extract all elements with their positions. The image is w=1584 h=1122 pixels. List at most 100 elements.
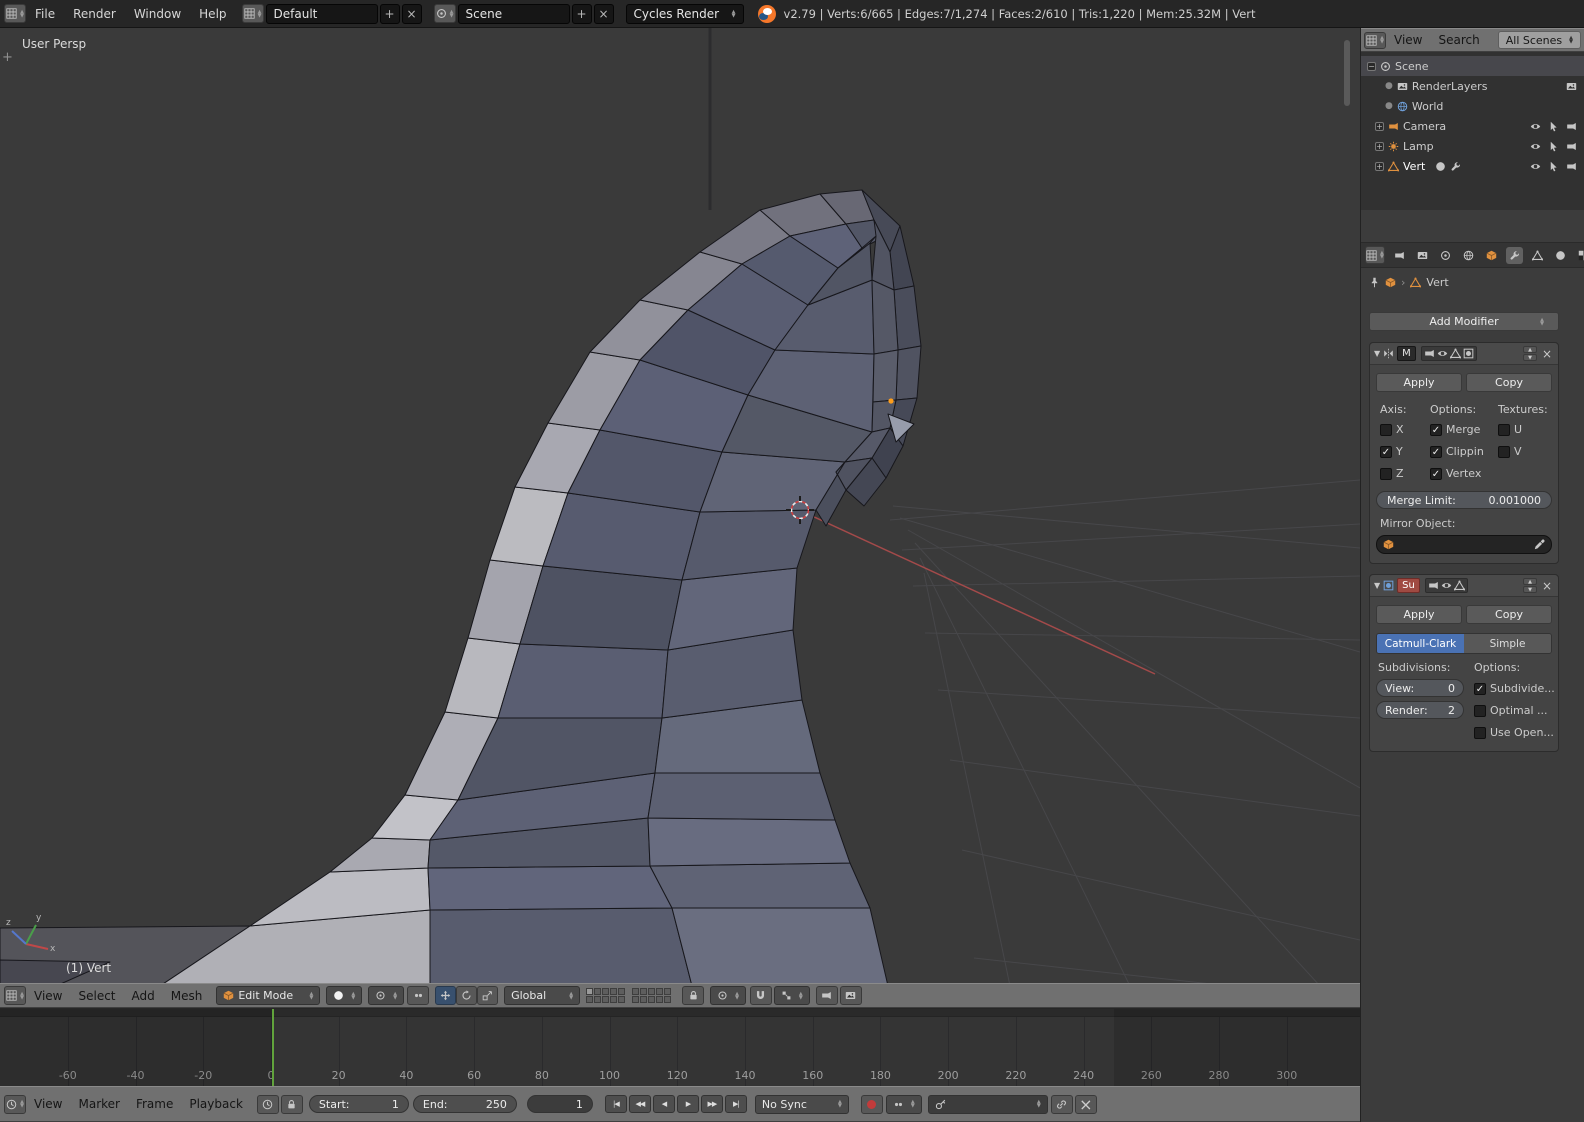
layer-toggle[interactable]: [586, 995, 594, 1003]
manipulator-translate-button[interactable]: [435, 986, 457, 1005]
tab-object-data[interactable]: [1529, 247, 1546, 264]
expand-icon[interactable]: +: [1375, 161, 1384, 171]
snap-element-dropdown[interactable]: ▲ ▼: [773, 986, 810, 1005]
play-button[interactable]: ▶: [676, 1095, 699, 1113]
menu-view-timeline[interactable]: View: [26, 1097, 70, 1111]
move-down-button[interactable]: ▼: [1523, 354, 1537, 361]
delete-keyframe-button[interactable]: ×: [1074, 1094, 1097, 1114]
jump-next-keyframe-button[interactable]: ▶▶: [700, 1095, 723, 1113]
snap-magnet-toggle[interactable]: [749, 986, 772, 1005]
menu-file[interactable]: File: [26, 7, 64, 21]
merge-limit-slider[interactable]: Merge Limit: 0.001000: [1376, 491, 1552, 509]
layer-toggle[interactable]: [586, 987, 594, 995]
layer-toggle[interactable]: [648, 987, 656, 995]
render-toggle-icon[interactable]: [1424, 348, 1435, 359]
subsurf-modifier-name-field[interactable]: Su: [1397, 578, 1420, 593]
tab-render-layers[interactable]: [1414, 247, 1431, 264]
layer-toggle[interactable]: [602, 987, 610, 995]
renderability-camera-icon[interactable]: [1566, 141, 1577, 152]
renderability-camera-icon[interactable]: [1566, 121, 1577, 132]
mirror-modifier-name-field[interactable]: M: [1397, 346, 1416, 361]
outliner-row-world[interactable]: ● World: [1361, 96, 1584, 116]
collapse-arrow-icon[interactable]: ▼: [1374, 349, 1380, 358]
merge-checkbox[interactable]: Merge: [1430, 423, 1480, 436]
collapse-arrow-icon[interactable]: ▼: [1374, 581, 1380, 590]
optimal-display-checkbox[interactable]: Optimal ...: [1474, 704, 1548, 717]
current-frame-field[interactable]: 1: [526, 1095, 593, 1113]
outliner-row-renderlayers[interactable]: ● RenderLayers: [1361, 76, 1584, 96]
render-toggle-icon[interactable]: [1428, 580, 1439, 591]
layer-toggle[interactable]: [664, 987, 672, 995]
pivot-align-toggle[interactable]: [407, 986, 430, 1005]
texture-u-checkbox[interactable]: U: [1498, 423, 1522, 436]
outliner-menu-search[interactable]: Search: [1430, 33, 1487, 47]
lock-time-toggle[interactable]: [280, 1094, 303, 1114]
jump-to-start-button[interactable]: |◀: [604, 1095, 627, 1113]
selected-vertex[interactable]: [888, 398, 894, 404]
jump-prev-keyframe-button[interactable]: ◀◀: [628, 1095, 651, 1113]
opengl-render-anim-button[interactable]: [839, 986, 862, 1005]
preview-range-toggle[interactable]: [256, 1094, 279, 1114]
outliner-row-camera[interactable]: + Camera: [1361, 116, 1584, 136]
screen-layout-field[interactable]: Default: [265, 3, 378, 24]
menu-select[interactable]: Select: [70, 989, 123, 1003]
outliner-row-vert[interactable]: + Vert: [1361, 156, 1584, 176]
menu-frame[interactable]: Frame: [128, 1097, 181, 1111]
sync-mode-dropdown[interactable]: No Sync ▲ ▼: [754, 1094, 849, 1114]
timeline-ruler[interactable]: -60 -40 -20 0 20 40 60 80 100 120 140 160 180 200 220 2…: [0, 1008, 1360, 1086]
mirror-z-checkbox[interactable]: Z: [1380, 467, 1404, 480]
subsurf-copy-button[interactable]: Copy: [1466, 605, 1552, 624]
manipulator-scale-button[interactable]: [477, 986, 499, 1005]
menu-help[interactable]: Help: [190, 7, 235, 21]
insert-keyframe-button[interactable]: [1050, 1094, 1073, 1114]
pivot-dropdown[interactable]: ▲ ▼: [368, 986, 405, 1005]
lock-scene-toggle[interactable]: [682, 986, 705, 1005]
collapse-icon[interactable]: −: [1367, 61, 1376, 71]
proportional-edit-dropdown[interactable]: ▲ ▼: [710, 986, 746, 1005]
viewport-scrollbar[interactable]: [1344, 40, 1350, 106]
menu-add[interactable]: Add: [124, 989, 163, 1003]
scene-field[interactable]: Scene: [457, 3, 570, 24]
layer-toggle[interactable]: [594, 995, 602, 1003]
layer-toggle[interactable]: [610, 995, 618, 1003]
layer-toggle[interactable]: [640, 987, 648, 995]
frame-end-field[interactable]: End: 250: [412, 1095, 517, 1113]
texture-v-checkbox[interactable]: V: [1498, 445, 1522, 458]
editmode-toggle-icon[interactable]: [1450, 348, 1461, 359]
delete-screen-layout-button[interactable]: ×: [401, 3, 422, 24]
selectability-cursor-icon[interactable]: [1548, 141, 1559, 152]
mesh-wireframe-view[interactable]: [0, 28, 1360, 983]
tab-material[interactable]: [1552, 247, 1569, 264]
subsurf-apply-button[interactable]: Apply: [1376, 605, 1462, 624]
layer-toggle[interactable]: [656, 987, 664, 995]
mirror-copy-button[interactable]: Copy: [1466, 373, 1552, 392]
viewport-toggle-icon[interactable]: [1437, 348, 1448, 359]
tab-scene[interactable]: [1437, 247, 1454, 264]
viewport-toggle-icon[interactable]: [1441, 580, 1452, 591]
view-subdivisions-field[interactable]: View: 0: [1376, 679, 1464, 697]
add-modifier-button[interactable]: Add Modifier ▲ ▼: [1369, 312, 1559, 331]
current-frame-playhead[interactable]: [272, 1009, 274, 1086]
jump-to-end-button[interactable]: ▶|: [724, 1095, 747, 1113]
selectability-cursor-icon[interactable]: [1548, 121, 1559, 132]
eyedropper-icon[interactable]: [1534, 539, 1545, 550]
editor-type-info-button[interactable]: ▲ ▼: [4, 4, 26, 23]
visibility-eye-icon[interactable]: [1530, 121, 1541, 132]
menu-playback[interactable]: Playback: [181, 1097, 251, 1111]
editor-type-outliner-button[interactable]: ▲ ▼: [1364, 31, 1386, 49]
visibility-eye-icon[interactable]: [1530, 141, 1541, 152]
scene-browse-button[interactable]: ▲ ▼: [433, 4, 456, 23]
expand-icon[interactable]: +: [1375, 121, 1384, 131]
layer-toggle[interactable]: [640, 995, 648, 1003]
layer-toggle[interactable]: [632, 987, 640, 995]
shading-dropdown[interactable]: ▲ ▼: [326, 986, 363, 1005]
render-subdivisions-field[interactable]: Render: 2: [1376, 701, 1464, 719]
editor-type-3d-button[interactable]: ▲ ▼: [4, 986, 26, 1005]
mode-dropdown[interactable]: Edit Mode ▲ ▼: [216, 986, 321, 1005]
menu-window[interactable]: Window: [125, 7, 190, 21]
layer-toggle[interactable]: [594, 987, 602, 995]
opengl-render-image-button[interactable]: [815, 986, 838, 1005]
menu-view-3d[interactable]: View: [26, 989, 70, 1003]
outliner-display-mode-dropdown[interactable]: All Scenes ▲ ▼: [1497, 31, 1581, 49]
active-keying-set-field[interactable]: ▲ ▼: [927, 1094, 1048, 1114]
